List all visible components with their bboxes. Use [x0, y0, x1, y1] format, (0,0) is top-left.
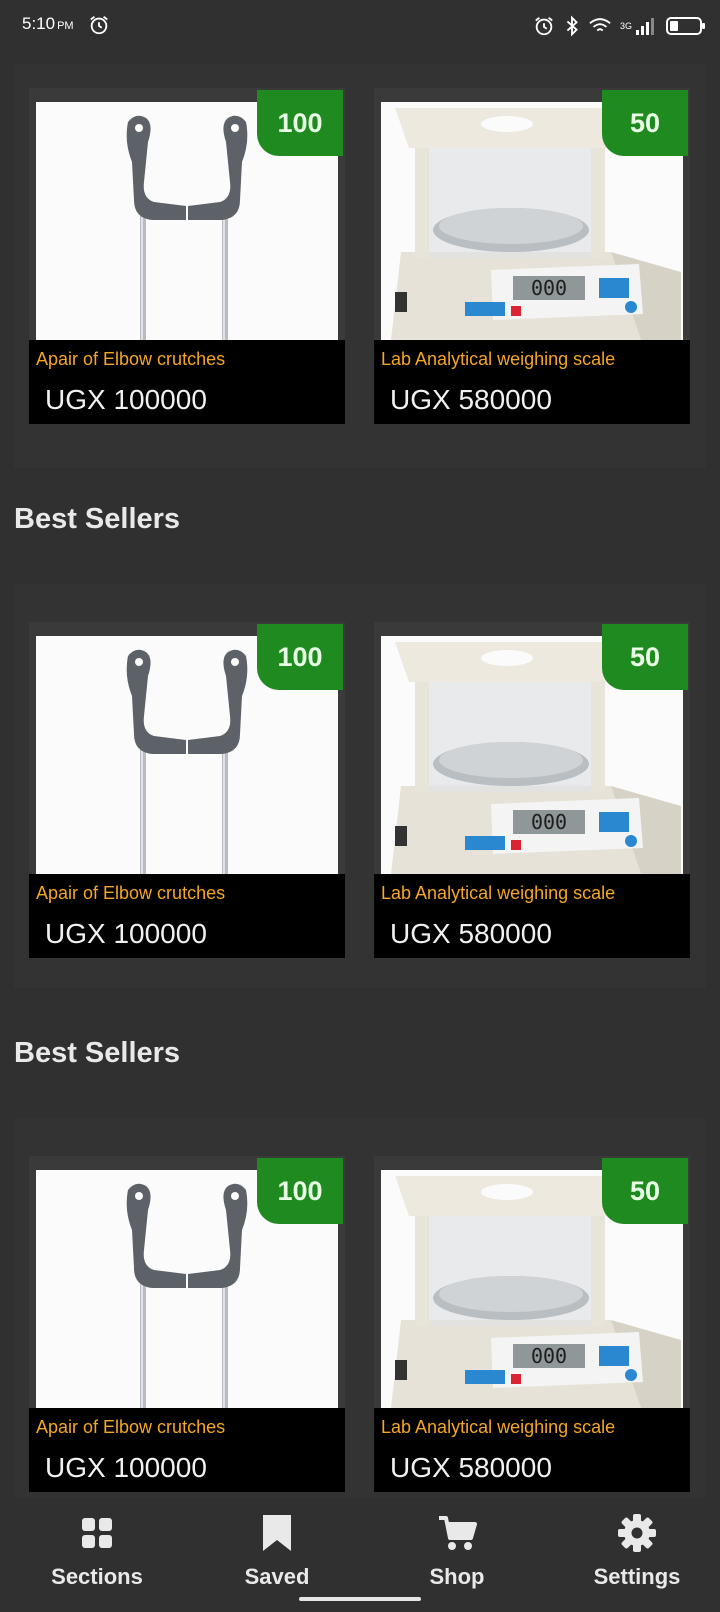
product-info: Lab Analytical weighing scale UGX 580000 — [374, 1408, 690, 1492]
quantity-badge: 100 — [257, 1158, 343, 1224]
alarm-icon — [535, 17, 553, 36]
product-price: UGX 580000 — [390, 384, 552, 415]
product-price: UGX 580000 — [390, 1452, 552, 1483]
nav-label: Settings — [593, 1564, 681, 1589]
nav-label: Saved — [244, 1564, 310, 1589]
quantity-badge: 50 — [602, 1158, 688, 1224]
product-card[interactable]: 50 Lab Analytical weighing scale UGX 580… — [374, 622, 690, 958]
quantity-badge: 100 — [257, 90, 343, 156]
product-name: Lab Analytical weighing scale — [381, 883, 616, 903]
status-time-value: 5:10 — [22, 14, 56, 33]
battery-icon — [666, 17, 705, 35]
nav-shop[interactable]: Shop — [367, 1512, 547, 1592]
status-time: 5:10 PM — [22, 14, 74, 34]
product-name: Apair of Elbow crutches — [36, 349, 226, 369]
quantity-badge: 50 — [602, 624, 688, 690]
product-price: UGX 580000 — [390, 918, 552, 949]
nav-settings[interactable]: Settings — [547, 1512, 720, 1592]
section-title: Best Sellers — [14, 1037, 181, 1069]
wifi-icon — [589, 18, 611, 32]
product-name: Apair of Elbow crutches — [36, 883, 226, 903]
nav-label: Shop — [429, 1564, 485, 1589]
bluetooth-icon — [566, 15, 578, 37]
product-info: Lab Analytical weighing scale UGX 580000 — [374, 340, 690, 424]
home-indicator[interactable] — [299, 1597, 421, 1601]
bookmark-icon — [263, 1515, 291, 1551]
product-card[interactable]: 50 Lab Analytical weighing scale UGX 580… — [374, 1156, 690, 1492]
product-card[interactable]: 100 Apair of Elbow crutches UGX 100000 — [29, 88, 345, 424]
product-info: Apair of Elbow crutches UGX 100000 — [29, 874, 345, 958]
product-price: UGX 100000 — [45, 384, 207, 415]
product-card[interactable]: 100 Apair of Elbow crutches UGX 100000 — [29, 622, 345, 958]
quantity-badge: 50 — [602, 90, 688, 156]
gear-icon — [618, 1514, 656, 1552]
product-card[interactable]: 50 Lab Analytical weighing scale UGX 580… — [374, 88, 690, 424]
grid-icon — [82, 1518, 112, 1548]
cart-icon — [439, 1516, 477, 1550]
network-type: 3G — [619, 21, 632, 31]
status-time-ampm: PM — [57, 20, 74, 32]
product-price: UGX 100000 — [45, 918, 207, 949]
section-title: Best Sellers — [14, 503, 181, 535]
product-info: Apair of Elbow crutches UGX 100000 — [29, 1408, 345, 1492]
bottom-navigation: Sections Saved Shop Settings — [0, 1498, 720, 1612]
product-name: Lab Analytical weighing scale — [381, 1417, 616, 1437]
alarm-icon — [90, 16, 108, 35]
nav-sections[interactable]: Sections — [7, 1512, 187, 1592]
product-info: Apair of Elbow crutches UGX 100000 — [29, 340, 345, 424]
product-info: Lab Analytical weighing scale UGX 580000 — [374, 874, 690, 958]
product-name: Apair of Elbow crutches — [36, 1417, 226, 1437]
nav-label: Sections — [51, 1564, 143, 1589]
product-name: Lab Analytical weighing scale — [381, 349, 616, 369]
quantity-badge: 100 — [257, 624, 343, 690]
status-bar: 5:10 PM 3G — [0, 0, 720, 52]
signal-icon — [636, 18, 654, 35]
nav-saved[interactable]: Saved — [187, 1512, 367, 1592]
product-price: UGX 100000 — [45, 1452, 207, 1483]
status-icons: 3G — [533, 14, 706, 38]
product-card[interactable]: 100 Apair of Elbow crutches UGX 100000 — [29, 1156, 345, 1492]
